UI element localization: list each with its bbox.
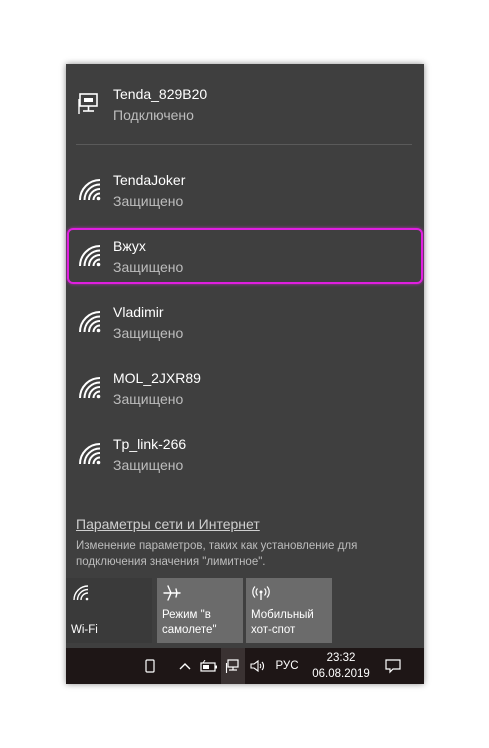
taskbar: РУС 23:32 06.08.2019 (66, 648, 424, 684)
network-ssid: TendaJoker (113, 172, 186, 188)
connected-network[interactable]: Tenda_829B20 Подключено (66, 78, 424, 136)
wifi-icon (79, 377, 101, 399)
ethernet-icon (78, 93, 98, 114)
tile-label: Режим "в самолете" (162, 609, 217, 636)
network-ssid: Tenda_829B20 (113, 86, 208, 102)
network-ssid: Tp_link-266 (113, 436, 187, 452)
hotspot-icon (252, 586, 270, 600)
phone-icon[interactable] (140, 648, 160, 684)
language-indicator[interactable]: РУС (272, 648, 302, 684)
volume-icon[interactable] (247, 648, 269, 684)
network-item-highlighted[interactable]: Вжух Защищено (66, 230, 424, 288)
mobile-hotspot-button[interactable]: Мобильный хот-спот (246, 578, 332, 643)
network-status: Защищено (113, 457, 184, 473)
network-ssid: Вжух (113, 238, 146, 254)
language-label: РУС (275, 660, 299, 672)
tile-label: Wi-Fi (71, 624, 98, 636)
airplane-icon (163, 585, 181, 601)
clock[interactable]: 23:32 06.08.2019 (306, 650, 376, 682)
network-status: Защищено (113, 193, 184, 209)
notification-icon[interactable] (380, 648, 406, 684)
chevron-up-icon[interactable] (176, 648, 194, 684)
battery-icon[interactable] (198, 648, 220, 684)
clock-time: 23:32 (326, 652, 356, 664)
network-item[interactable]: Vladimir Защищено (66, 296, 424, 354)
settings-description: Изменение параметров, таких как установл… (76, 540, 358, 568)
wifi-toggle-button[interactable]: Wi-Fi (66, 578, 152, 643)
network-status: Подключено (113, 107, 194, 123)
airplane-mode-button[interactable]: Режим "в самолете" (157, 578, 243, 643)
network-item[interactable]: Tp_link-266 Защищено (66, 428, 424, 486)
wifi-icon (79, 443, 101, 465)
wifi-icon (73, 585, 89, 601)
wifi-icon (79, 245, 101, 267)
network-ssid: Vladimir (113, 304, 164, 320)
clock-date: 06.08.2019 (312, 668, 370, 680)
divider (76, 144, 412, 145)
network-item[interactable]: TendaJoker Защищено (66, 164, 424, 222)
wifi-icon (79, 179, 101, 201)
network-status: Защищено (113, 325, 184, 341)
tile-label: Мобильный хот-спот (251, 609, 314, 636)
network-status: Защищено (113, 391, 184, 407)
wifi-icon (79, 311, 101, 333)
network-flyout: Tenda_829B20 Подключено TendaJoker Защищ… (66, 64, 424, 684)
network-ssid: MOL_2JXR89 (113, 370, 201, 386)
network-settings-link[interactable]: Параметры сети и Интернет (76, 516, 260, 532)
network-item[interactable]: MOL_2JXR89 Защищено (66, 362, 424, 420)
network-status: Защищено (113, 259, 184, 275)
network-tray-icon[interactable] (221, 648, 245, 684)
